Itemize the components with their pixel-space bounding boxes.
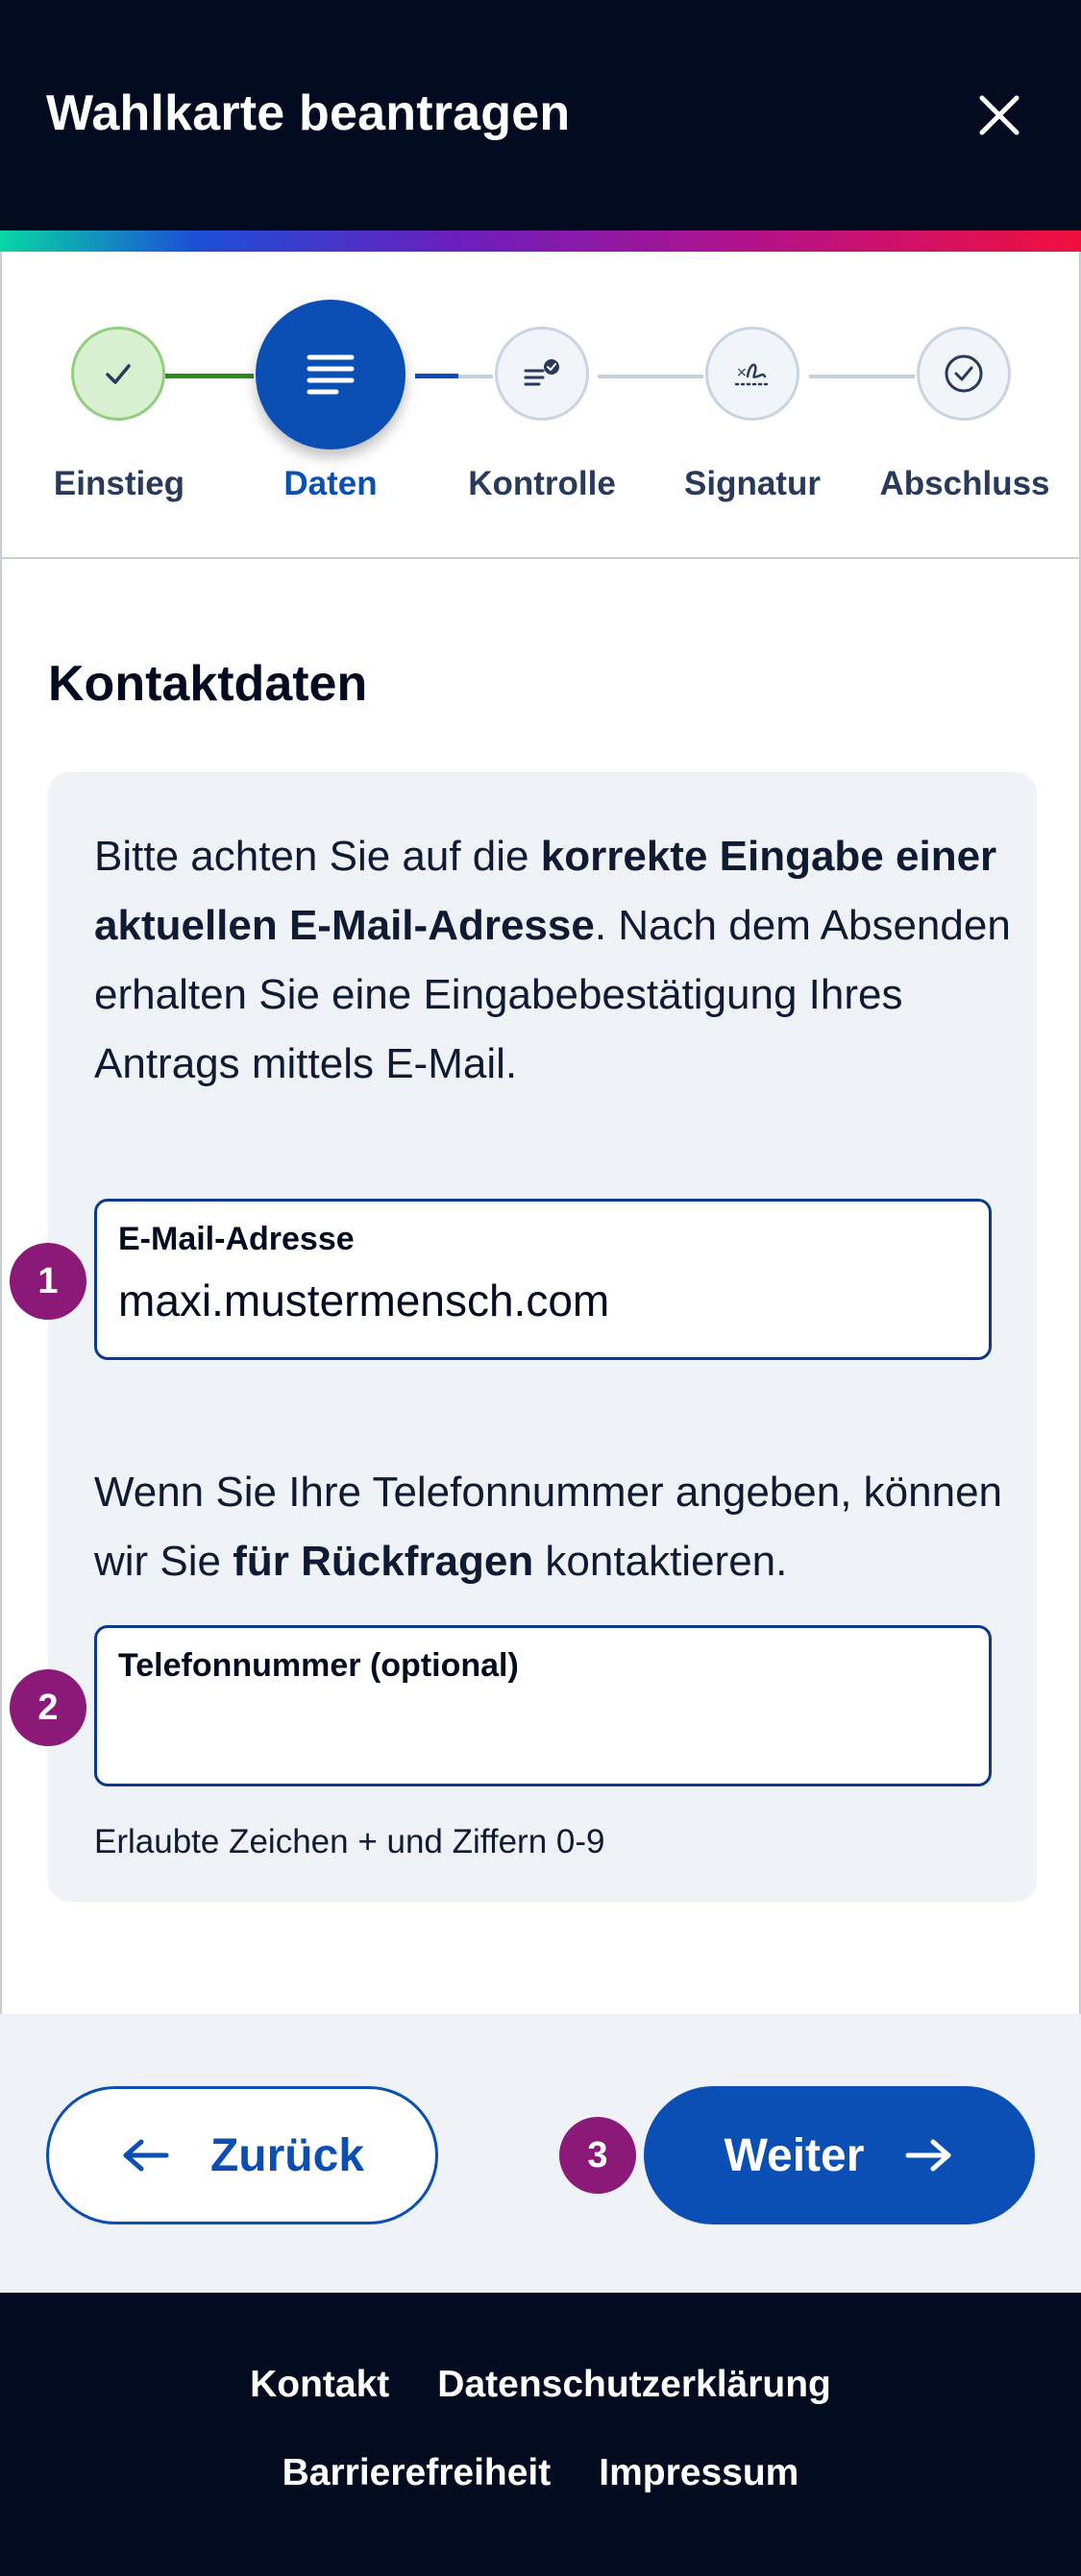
lines-icon (307, 354, 355, 395)
app-header: Wahlkarte beantragen (0, 0, 1081, 231)
section-title: Kontaktdaten (48, 656, 368, 712)
step-label-einstieg: Einstieg (53, 465, 185, 502)
arrow-left-icon (123, 2139, 169, 2172)
email-field[interactable]: E-Mail-Adresse maxi.mustermensch.com (94, 1199, 992, 1360)
step-abschluss[interactable] (917, 327, 1011, 421)
step-label-signatur: Signatur (684, 465, 821, 502)
signature-icon: × (734, 363, 771, 386)
back-button[interactable]: Zurück (46, 2086, 438, 2224)
next-button[interactable]: Weiter (644, 2086, 1035, 2224)
phone-field-label: Telefonnummer (optional) (118, 1647, 519, 1684)
phone-field[interactable]: Telefonnummer (optional) (94, 1625, 992, 1786)
footer-link-kontakt[interactable]: Kontakt (250, 2364, 389, 2406)
email-field-value[interactable]: maxi.mustermensch.com (118, 1275, 609, 1326)
list-check-icon (524, 359, 559, 386)
email-instructions: Bitte achten Sie auf die korrekte Eingab… (94, 833, 1011, 1087)
progress-stepper: Einstieg Daten Kontrolle × Signatur Absc… (0, 252, 1081, 559)
check-circle-icon (945, 354, 983, 393)
page-title: Wahlkarte beantragen (46, 85, 571, 141)
step-connector (415, 374, 458, 378)
main-content: Kontaktdaten Bitte achten Sie auf die ko… (0, 559, 1081, 2014)
step-label-abschluss: Abschluss (879, 465, 1050, 502)
annotation-badge-3: 3 (559, 2117, 636, 2194)
phone-helper-text: Erlaubte Zeichen + und Ziffern 0-9 (94, 1823, 605, 1860)
footer-link-datenschutz[interactable]: Datenschutzerklärung (437, 2364, 831, 2406)
phone-instructions: Wenn Sie Ihre Telefonnummer angeben, kön… (94, 1469, 1003, 1585)
step-kontrolle[interactable] (495, 327, 589, 421)
arrow-right-icon (905, 2139, 951, 2172)
svg-text:×: × (736, 365, 748, 380)
step-label-kontrolle: Kontrolle (468, 465, 616, 502)
checkmark-icon (106, 364, 131, 384)
footer-links-row: Barrierefreiheit Impressum (0, 2452, 1081, 2494)
close-button[interactable] (970, 86, 1028, 144)
navigation-bar: Zurück 3 Weiter (0, 2014, 1081, 2293)
footer-link-barrierefreiheit[interactable]: Barrierefreiheit (283, 2452, 552, 2494)
close-icon (979, 95, 1020, 135)
annotation-badge-1: 1 (10, 1243, 86, 1320)
contact-form-panel: Bitte achten Sie auf die korrekte Eingab… (48, 772, 1037, 1902)
footer-link-impressum[interactable]: Impressum (599, 2452, 798, 2494)
footer-links-row: Kontakt Datenschutzerklärung (0, 2364, 1081, 2406)
step-connector (165, 374, 254, 378)
step-label-daten: Daten (283, 465, 378, 502)
page-footer: Kontakt Datenschutzerklärung Barrierefre… (0, 2293, 1081, 2576)
step-connector (598, 375, 703, 378)
back-button-label: Zurück (209, 2129, 365, 2181)
step-connector (458, 375, 493, 378)
brand-gradient-bar (0, 231, 1081, 252)
email-field-label: E-Mail-Adresse (118, 1221, 355, 1257)
step-daten[interactable] (256, 300, 405, 450)
annotation-badge-2: 2 (10, 1669, 86, 1746)
step-connector (809, 375, 915, 378)
step-einstieg[interactable] (71, 327, 165, 421)
next-button-label: Weiter (724, 2129, 865, 2181)
step-signatur[interactable]: × (705, 327, 799, 421)
